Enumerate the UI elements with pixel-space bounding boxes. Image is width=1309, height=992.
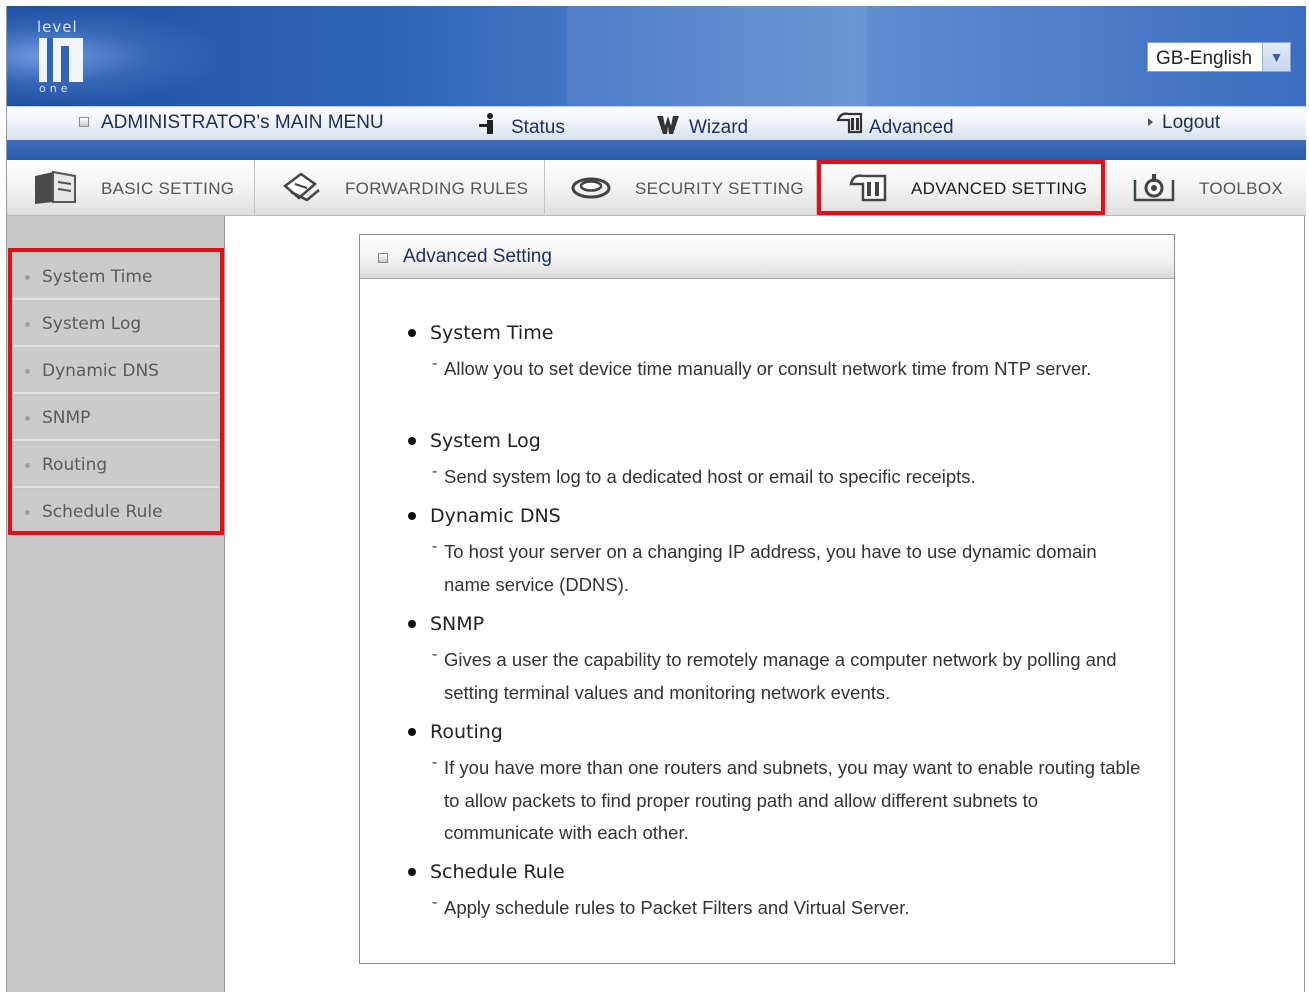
square-bullet-icon [79, 117, 89, 127]
router-admin-page: level one GB-English ▼ ADMINISTRATOR's M… [6, 6, 1306, 992]
entry-desc-system-time: - Allow you to set device time manually o… [432, 355, 1092, 379]
entry-desc-schedule-rule: - Apply schedule rules to Packet Filters … [432, 894, 910, 918]
menu-logout[interactable]: Logout [1148, 112, 1220, 136]
bullet-icon [408, 728, 416, 736]
bullet-icon [408, 868, 416, 876]
entry-desc-routing: - If you have more than one routers and s… [432, 754, 1141, 843]
entry-title-routing: Routing [430, 721, 503, 743]
entry-title-snmp: SNMP [430, 613, 485, 635]
menu-status[interactable]: Status [477, 112, 565, 138]
forwarding-rules-icon [279, 170, 325, 206]
arrow-right-icon [1148, 118, 1153, 126]
advanced-icon [835, 112, 863, 134]
bullet-icon [408, 437, 416, 445]
panel-title: Advanced Setting [403, 246, 552, 267]
security-setting-icon [569, 170, 615, 206]
tab-basic-setting[interactable]: BASIC SETTING [7, 160, 255, 216]
status-icon [477, 112, 499, 134]
language-value: GB-English [1156, 48, 1253, 69]
admin-main-menu-label: ADMINISTRATOR's MAIN MENU [79, 112, 384, 136]
panel-header: Advanced Setting [360, 235, 1174, 279]
square-bullet-icon [378, 253, 388, 263]
advanced-setting-highlight [817, 160, 1105, 215]
language-select[interactable]: GB-English ▼ [1147, 42, 1291, 72]
tab-security-setting[interactable]: SECURITY SETTING [545, 160, 817, 216]
menu-advanced[interactable]: Advanced [835, 112, 954, 138]
menu-wizard[interactable]: Wizard [655, 112, 748, 138]
sidebar-highlight [8, 248, 224, 535]
header-banner: level one GB-English ▼ [7, 6, 1306, 106]
entry-title-system-time: System Time [430, 322, 554, 344]
entry-desc-system-log: - Send system log to a dedicated host or … [432, 463, 976, 487]
main-menu-bar: ADMINISTRATOR's MAIN MENU Status Wizard … [7, 106, 1306, 140]
chevron-down-icon[interactable]: ▼ [1262, 43, 1290, 71]
bullet-icon [408, 329, 416, 337]
logo-text-bottom: one [39, 82, 72, 95]
entry-title-system-log: System Log [430, 430, 541, 452]
tab-forwarding-rules[interactable]: FORWARDING RULES [255, 160, 545, 216]
bullet-icon [408, 512, 416, 520]
basic-setting-icon [31, 170, 77, 206]
entry-title-dynamic-dns: Dynamic DNS [430, 505, 561, 527]
tab-toolbox[interactable]: TOOLBOX [1107, 160, 1306, 216]
entry-desc-dynamic-dns: - To host your server on a changing IP ad… [432, 538, 1097, 595]
toolbox-icon [1129, 170, 1175, 206]
levelone-logo: level one [33, 18, 89, 98]
logo-text-top: level [37, 18, 78, 36]
settings-tabs: BASIC SETTING FORWARDING RULES SECURITY … [7, 160, 1306, 216]
entry-title-schedule-rule: Schedule Rule [430, 861, 565, 883]
wizard-icon [655, 112, 679, 134]
advanced-setting-panel: Advanced Setting System Time - Allow you … [359, 234, 1175, 964]
entry-desc-snmp: - Gives a user the capability to remotely… [432, 646, 1117, 703]
bullet-icon [408, 620, 416, 628]
